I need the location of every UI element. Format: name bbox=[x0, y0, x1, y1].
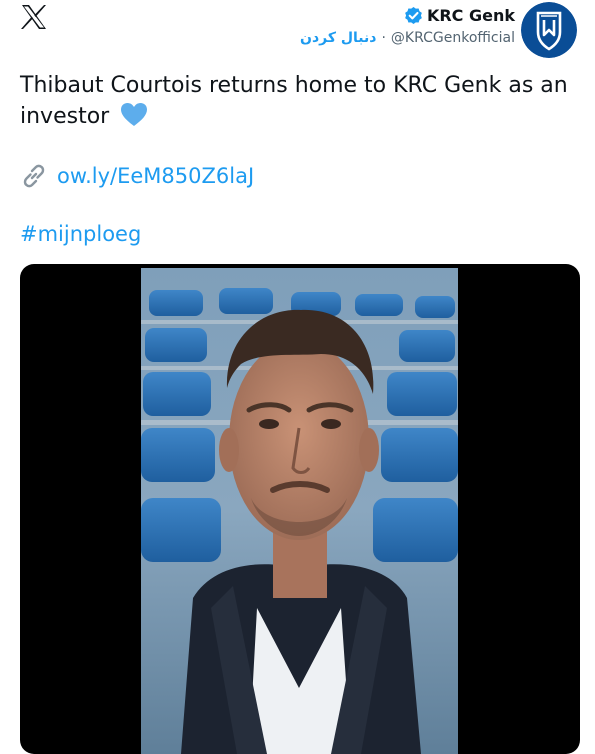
link-icon bbox=[23, 164, 45, 188]
account-handle[interactable]: @KRCGenkofficial bbox=[391, 30, 515, 46]
account-header: KRC Genk دنبال کردن · @KRCGenkofficial bbox=[300, 2, 577, 58]
account-info: KRC Genk دنبال کردن · @KRCGenkofficial bbox=[300, 2, 515, 47]
video-player[interactable] bbox=[20, 264, 580, 754]
blue-heart-icon bbox=[121, 103, 148, 126]
follow-button[interactable]: دنبال کردن bbox=[300, 30, 376, 46]
meta-row: دنبال کردن · @KRCGenkofficial bbox=[300, 30, 515, 46]
name-row: KRC Genk bbox=[300, 2, 515, 28]
tweet-link[interactable]: ow.ly/EeM850Z6laJ bbox=[57, 164, 254, 188]
separator-dot: · bbox=[381, 30, 386, 46]
hashtag-link[interactable]: #mijnploeg bbox=[20, 222, 141, 246]
tweet-body: Thibaut Courtois returns home to KRC Gen… bbox=[20, 73, 568, 129]
tweet-text: Thibaut Courtois returns home to KRC Gen… bbox=[20, 70, 580, 132]
account-name[interactable]: KRC Genk bbox=[427, 6, 515, 25]
video-thumbnail bbox=[141, 268, 458, 754]
link-row[interactable]: ow.ly/EeM850Z6laJ bbox=[20, 162, 254, 190]
krc-genk-crest-icon[interactable] bbox=[521, 2, 577, 58]
x-logo-icon[interactable] bbox=[20, 4, 48, 30]
verified-badge-icon bbox=[405, 6, 422, 24]
